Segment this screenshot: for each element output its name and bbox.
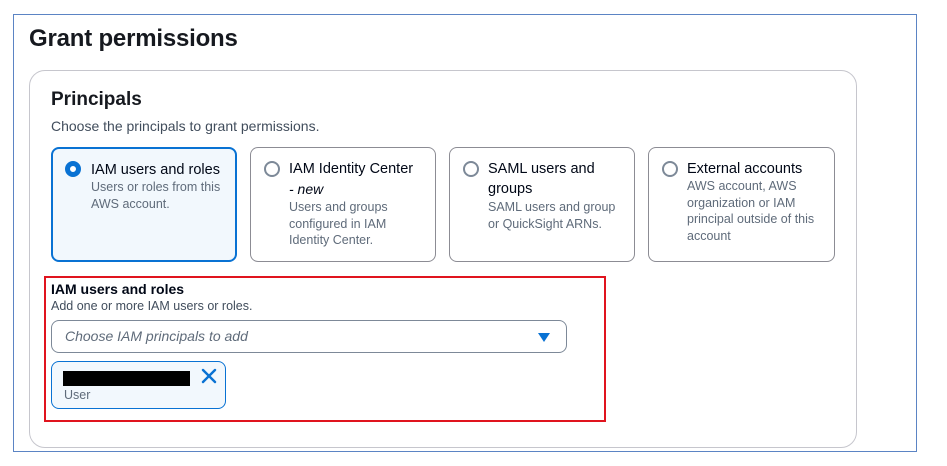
radio-iam-users-and-roles[interactable] <box>65 161 81 177</box>
radio-external-accounts[interactable] <box>662 161 678 177</box>
page-title: Grant permissions <box>29 25 238 52</box>
tile-label: SAML users and groups <box>488 161 595 197</box>
tile-label: External accounts <box>687 161 803 177</box>
tile-iam-identity-center[interactable]: IAM Identity Center - new Users and grou… <box>250 147 436 262</box>
close-icon[interactable] <box>200 367 218 385</box>
caret-down-icon[interactable] <box>538 333 550 342</box>
tile-description: Users and groups configured in IAM Ident… <box>289 200 388 247</box>
principals-title: Principals <box>51 89 142 110</box>
token-type: User <box>64 388 91 402</box>
select-placeholder: Choose IAM principals to add <box>65 328 248 344</box>
tile-external-accounts[interactable]: External accounts AWS account, AWS organ… <box>648 147 835 262</box>
principal-token: User <box>51 361 226 409</box>
tile-description: AWS account, AWS organization or IAM pri… <box>687 179 815 243</box>
iam-field-description: Add one or more IAM users or roles. <box>51 299 253 313</box>
token-name-redacted <box>63 371 190 386</box>
tile-label: IAM Identity Center - new <box>289 159 427 199</box>
tile-description: SAML users and group or QuickSight ARNs. <box>488 200 616 231</box>
tile-saml-users-and-groups[interactable]: SAML users and groups SAML users and gro… <box>449 147 635 262</box>
new-tag: - new <box>289 181 324 197</box>
principals-description: Choose the principals to grant permissio… <box>51 118 320 134</box>
iam-field-label: IAM users and roles <box>51 281 185 297</box>
tile-label: IAM users and roles <box>91 162 220 178</box>
tile-description: Users or roles from this AWS account. <box>91 180 221 211</box>
radio-saml-users-and-groups[interactable] <box>463 161 479 177</box>
radio-iam-identity-center[interactable] <box>264 161 280 177</box>
tile-iam-users-and-roles[interactable]: IAM users and roles Users or roles from … <box>51 147 237 262</box>
iam-principals-select[interactable]: Choose IAM principals to add <box>51 320 567 353</box>
